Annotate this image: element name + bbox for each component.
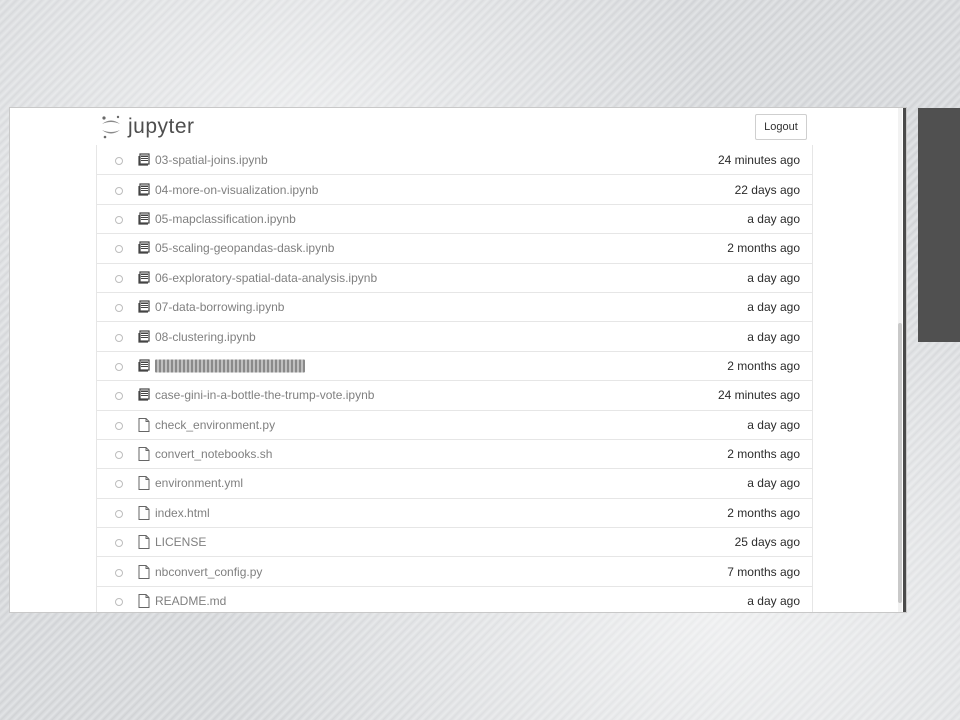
window-border [903, 108, 906, 612]
row-checkbox[interactable] [115, 156, 123, 165]
row-checkbox[interactable] [115, 274, 123, 283]
file-name-link[interactable]: README.md [155, 594, 226, 608]
notebook-icon [138, 153, 150, 167]
file-row[interactable]: 07-data-borrowing.ipynb a day ago [97, 291, 812, 321]
file-name-link[interactable]: 06-exploratory-spatial-data-analysis.ipy… [155, 271, 377, 285]
file-icon [138, 417, 150, 432]
file-row[interactable]: 03-spatial-joins.ipynb 24 minutes ago [97, 145, 812, 174]
file-name-link[interactable]: index.html [155, 506, 210, 520]
side-panel [918, 108, 960, 342]
file-row[interactable]: check_environment.py a day ago [97, 409, 812, 439]
jupyter-logo[interactable]: jupyter [100, 112, 195, 142]
notebook-icon [138, 182, 150, 197]
row-checkbox[interactable] [115, 186, 123, 195]
file-name-link[interactable]: nbconvert_config.py [155, 565, 262, 579]
last-modified: a day ago [747, 270, 800, 285]
row-checkbox[interactable] [115, 451, 123, 460]
file-row[interactable]: 05-scaling-geopandas-dask.ipynb 2 months … [97, 233, 812, 262]
row-checkbox[interactable] [115, 245, 123, 254]
jupyter-header: jupyter Logout [10, 108, 890, 148]
row-checkbox[interactable] [115, 215, 123, 224]
file-name-link[interactable]: environment.yml [155, 476, 243, 490]
last-modified: 7 months ago [727, 564, 800, 579]
last-modified: a day ago [747, 417, 800, 432]
last-modified: a day ago [747, 300, 800, 315]
row-checkbox[interactable] [115, 392, 123, 401]
row-checkbox[interactable] [115, 480, 123, 489]
file-name-link[interactable]: 07-data-borrowing.ipynb [155, 300, 284, 314]
logo-text: jupyter [128, 115, 195, 138]
file-name-link[interactable]: LICENSE [155, 535, 206, 549]
file-row[interactable]: environment.yml a day ago [97, 468, 812, 497]
row-checkbox[interactable] [115, 539, 123, 548]
file-row[interactable]: convert_notebooks.sh 2 months ago [97, 438, 812, 468]
last-modified: 22 days ago [734, 182, 800, 197]
file-row[interactable]: 05-mapclassification.ipynb a day ago [97, 203, 812, 233]
row-checkbox[interactable] [115, 333, 123, 342]
file-row[interactable]: 2 months ago [97, 350, 812, 380]
file-name-link[interactable] [155, 359, 305, 373]
notebook-icon [138, 271, 150, 285]
notebook-icon [138, 212, 150, 226]
row-checkbox[interactable] [115, 509, 123, 518]
file-name-link[interactable]: case-gini-in-a-bottle-the-trump-vote.ipy… [155, 388, 374, 402]
file-name-link[interactable]: 05-scaling-geopandas-dask.ipynb [155, 241, 334, 255]
row-checkbox[interactable] [115, 568, 123, 577]
file-icon [138, 564, 150, 579]
last-modified: a day ago [747, 329, 800, 344]
last-modified: 2 months ago [727, 447, 800, 462]
last-modified: 2 months ago [727, 505, 800, 520]
jupyter-logo-icon [102, 115, 120, 139]
last-modified: 2 months ago [727, 241, 800, 256]
file-icon [138, 447, 150, 462]
file-icon [138, 594, 150, 609]
last-modified: 24 minutes ago [717, 388, 800, 403]
notebook-icon [138, 241, 150, 255]
row-checkbox[interactable] [115, 421, 123, 430]
browser-window: jupyter Logout 03-spatial-joins.ipynb 24 … [10, 108, 906, 612]
file-icon [138, 535, 150, 550]
file-row[interactable]: case-gini-in-a-bottle-the-trump-vote.ipy… [97, 380, 812, 409]
file-name-link[interactable]: convert_notebooks.sh [155, 447, 272, 461]
file-row[interactable]: 06-exploratory-spatial-data-analysis.ipy… [97, 262, 812, 292]
row-checkbox[interactable] [115, 304, 123, 313]
last-modified: 2 months ago [727, 358, 800, 373]
row-checkbox[interactable] [115, 598, 123, 607]
last-modified: a day ago [747, 594, 800, 609]
file-name-link[interactable]: check_environment.py [155, 418, 275, 432]
file-icon [138, 505, 150, 520]
file-list: 03-spatial-joins.ipynb 24 minutes ago 04-m… [96, 145, 813, 612]
notebook-icon [138, 329, 150, 344]
notebook-icon [138, 359, 150, 373]
file-row[interactable]: 04-more-on-visualization.ipynb 22 days ag… [97, 174, 812, 203]
last-modified: 24 minutes ago [717, 152, 800, 167]
file-row[interactable]: nbconvert_config.py 7 months ago [97, 556, 812, 585]
file-row[interactable]: LICENSE 25 days ago [97, 527, 812, 556]
file-row[interactable]: index.html 2 months ago [97, 497, 812, 527]
last-modified: a day ago [747, 476, 800, 491]
file-row[interactable]: 08-clustering.ipynb a day ago [97, 321, 812, 350]
file-name-link[interactable]: 05-mapclassification.ipynb [155, 212, 296, 226]
logout-button[interactable]: Logout [755, 114, 807, 140]
last-modified: 25 days ago [734, 535, 800, 550]
file-name-link[interactable]: 03-spatial-joins.ipynb [155, 153, 268, 167]
file-icon [138, 476, 150, 491]
file-name-link[interactable]: 08-clustering.ipynb [155, 330, 256, 344]
file-name-link[interactable]: 04-more-on-visualization.ipynb [155, 183, 318, 197]
file-row[interactable]: README.md a day ago [97, 585, 812, 612]
scrollbar-thumb[interactable] [898, 323, 902, 603]
row-checkbox[interactable] [115, 362, 123, 371]
notebook-icon [138, 300, 150, 314]
last-modified: a day ago [747, 211, 800, 226]
notebook-icon [138, 388, 150, 402]
